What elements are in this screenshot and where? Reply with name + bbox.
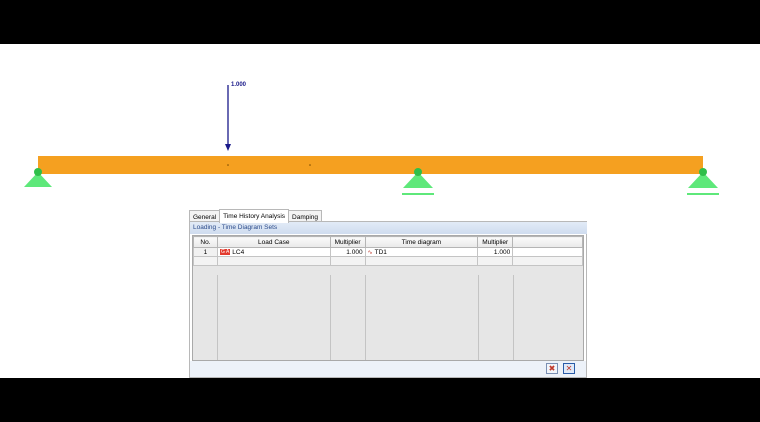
load-case-badge: G A: [219, 248, 231, 255]
beam-member: [38, 156, 703, 174]
row-multiplier[interactable]: 1.000: [329, 247, 366, 257]
row-no: 1: [193, 247, 218, 257]
tab-time-history-analysis[interactable]: Time History Analysis: [219, 209, 290, 223]
col-header-multiplier: Multiplier: [329, 236, 366, 248]
time-history-panel: Loading - Time Diagram Sets No. Load Cas…: [189, 221, 587, 378]
table-header-row: No. Load Case Multiplier Time diagram Mu…: [193, 236, 583, 248]
table-row[interactable]: 1 G A LC4 1.000 ∿ TD1 1.000: [193, 247, 583, 257]
time-diagram-icon: ∿: [367, 249, 373, 256]
nodal-load-arrowhead: [225, 144, 231, 151]
row-load-case-cell[interactable]: G A LC4: [216, 247, 331, 257]
time-diagram-sets-table: No. Load Case Multiplier Time diagram Mu…: [192, 235, 584, 361]
model-viewport[interactable]: 1.000 General Time History Analysis Damp…: [0, 44, 760, 378]
col-header-time-diagram: Time diagram: [364, 236, 479, 248]
col-header-empty: [512, 236, 583, 248]
row-empty-cell: [512, 247, 583, 257]
load-value-label: 1.000: [231, 82, 247, 88]
row-td-multiplier[interactable]: 1.000: [477, 247, 514, 257]
col-header-td-multiplier: Multiplier: [477, 236, 514, 248]
group-title: Loading - Time Diagram Sets: [190, 222, 587, 234]
col-header-no: No.: [193, 236, 218, 248]
table-row-empty[interactable]: [193, 256, 583, 266]
row-time-diagram-cell[interactable]: ∿ TD1: [364, 247, 479, 257]
clear-all-icon[interactable]: ✕: [563, 363, 575, 374]
delete-row-icon[interactable]: ✖: [546, 363, 558, 374]
table-toolbar: ✖ ✕: [190, 361, 586, 377]
table-empty-area: [193, 275, 583, 360]
beam-drawing: [24, 85, 719, 195]
row-time-diagram: TD1: [374, 248, 387, 256]
row-load-case: LC4: [232, 248, 245, 256]
col-header-load-case: Load Case: [216, 236, 331, 248]
